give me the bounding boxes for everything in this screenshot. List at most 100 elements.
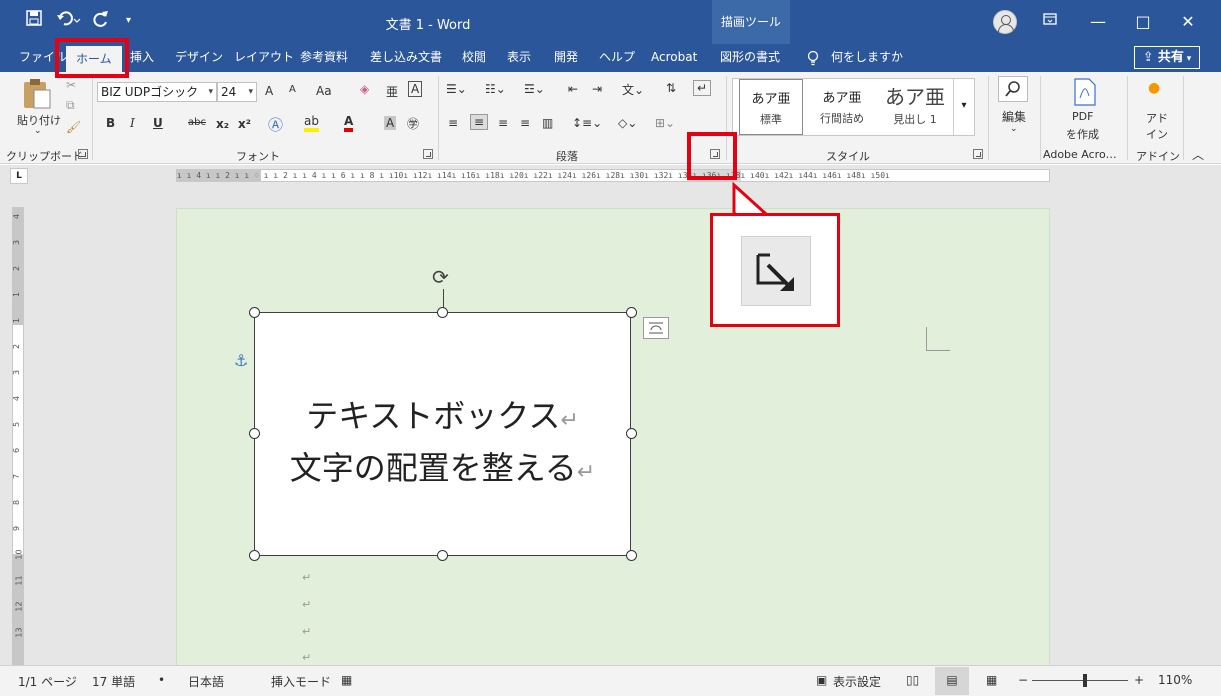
decrease-indent-icon[interactable]: ⇤	[568, 82, 578, 96]
align-center-icon[interactable]: ≡	[470, 114, 489, 130]
bullets-icon[interactable]: ☰⌄	[446, 82, 467, 96]
editing-button[interactable]: 編集	[1002, 108, 1026, 125]
numbering-icon[interactable]: ☷⌄	[485, 82, 506, 96]
anchor-icon[interactable]: ⚓	[234, 351, 248, 370]
zoom-slider-thumb[interactable]	[1083, 674, 1087, 687]
tab-acrobat[interactable]: Acrobat	[651, 44, 697, 72]
strikethrough-button[interactable]: abc	[188, 117, 206, 128]
phonetic-guide-icon[interactable]: 亜	[386, 83, 398, 100]
shrink-font-button[interactable]: A	[289, 84, 296, 95]
tab-shape-format[interactable]: 図形の書式	[720, 44, 780, 72]
read-mode-icon[interactable]: ▯▯	[906, 673, 919, 687]
enclose-characters-icon[interactable]: ㊫	[407, 115, 419, 132]
web-layout-icon[interactable]: ▦	[986, 673, 997, 687]
resize-handle-bottom[interactable]	[437, 550, 448, 561]
tab-design[interactable]: デザイン	[175, 44, 223, 72]
align-right-icon[interactable]: ≡	[498, 116, 508, 130]
display-settings-label[interactable]: 表示設定	[833, 673, 881, 690]
styles-more-icon[interactable]: ▾	[953, 79, 974, 135]
grow-font-button[interactable]: A	[265, 84, 273, 98]
subscript-button[interactable]: x₂	[216, 117, 229, 131]
asian-layout-icon[interactable]: 文⌄	[622, 81, 644, 98]
tab-references[interactable]: 参考資料	[300, 44, 348, 72]
tab-view[interactable]: 表示	[507, 44, 531, 72]
clear-formatting-icon[interactable]: ◈	[360, 82, 369, 96]
zoom-in-button[interactable]: +	[1134, 673, 1144, 687]
ribbon-display-options-icon[interactable]	[1043, 10, 1057, 32]
resize-handle-bottom-right[interactable]	[626, 550, 637, 561]
resize-handle-bottom-left[interactable]	[249, 550, 260, 561]
addins-icon[interactable]: ●	[1148, 80, 1160, 96]
resize-handle-top-right[interactable]	[626, 307, 637, 318]
tab-developer[interactable]: 開発	[554, 44, 578, 72]
borders-icon[interactable]: ⊞⌄	[655, 116, 675, 130]
format-painter-icon[interactable]: 🖌	[66, 120, 81, 134]
justify-icon[interactable]: ≡	[520, 116, 530, 130]
word-count[interactable]: 17 単語	[92, 673, 135, 690]
pdf-icon[interactable]	[1072, 78, 1098, 109]
resize-handle-left[interactable]	[249, 428, 260, 439]
tab-review[interactable]: 校閲	[462, 44, 486, 72]
share-button[interactable]: ⇪ 共有 ▾	[1134, 46, 1200, 69]
tab-layout[interactable]: レイアウト	[234, 44, 294, 72]
style-heading-1[interactable]: あア亜 見出し 1	[879, 79, 951, 135]
textbox-line-2[interactable]: 文字の配置を整える↵	[255, 443, 630, 489]
rotate-handle-icon[interactable]: ⟳	[432, 265, 449, 289]
resize-handle-top[interactable]	[437, 307, 448, 318]
resize-handle-top-left[interactable]	[249, 307, 260, 318]
cut-icon[interactable]: ✂	[66, 78, 76, 92]
distributed-icon[interactable]: ▥	[542, 116, 553, 130]
tab-mailings[interactable]: 差し込み文書	[370, 44, 442, 72]
multilevel-list-icon[interactable]: ☲⌄	[524, 82, 545, 96]
superscript-button[interactable]: x²	[238, 117, 251, 131]
line-spacing-icon[interactable]: ↕≡⌄	[572, 116, 602, 130]
search-icon[interactable]	[998, 76, 1028, 102]
minimize-button[interactable]: —	[1075, 0, 1121, 44]
resize-handle-right[interactable]	[626, 428, 637, 439]
close-button[interactable]: ✕	[1165, 0, 1211, 44]
user-avatar[interactable]	[993, 10, 1017, 34]
insert-mode-status[interactable]: 挿入モード	[271, 673, 331, 690]
text-box[interactable]: テキストボックス↵ 文字の配置を整える↵	[254, 312, 631, 556]
copy-icon[interactable]: ⧉	[66, 98, 75, 113]
page-count[interactable]: 1/1 ページ	[18, 673, 77, 690]
highlight-color-icon[interactable]: ab	[304, 114, 319, 132]
style-normal[interactable]: あア亜 標準	[739, 79, 803, 135]
paste-button[interactable]: 貼り付け ⌄	[12, 76, 61, 140]
print-layout-icon[interactable]: ▤	[935, 667, 969, 695]
zoom-slider[interactable]	[1032, 674, 1128, 687]
display-settings-icon[interactable]: ▣	[816, 673, 827, 687]
font-dialog-launcher[interactable]	[423, 149, 433, 159]
tab-insert[interactable]: 挿入	[130, 44, 154, 72]
maximize-button[interactable]: □	[1120, 0, 1166, 44]
style-no-spacing[interactable]: あア亜 行間詰め	[809, 79, 875, 135]
textbox-line-1[interactable]: テキストボックス↵	[255, 391, 630, 437]
accessibility-icon[interactable]: ▦	[341, 673, 352, 687]
horizontal-ruler[interactable]: ı ı 4 ı ı 2 ı ı ♢ ı ı 2 ı ı 4 ı ı 6 ı ı …	[176, 169, 1050, 182]
underline-button[interactable]: U	[153, 116, 163, 130]
collapse-ribbon-icon[interactable]: ︿	[1192, 146, 1204, 163]
font-name-combo[interactable]: BIZ UDPゴシック ▾	[97, 82, 217, 102]
bold-button[interactable]: B	[106, 116, 115, 130]
tab-help[interactable]: ヘルプ	[599, 44, 635, 72]
shading-icon[interactable]: ◇⌄	[618, 116, 637, 130]
styles-dialog-launcher[interactable]	[973, 149, 983, 159]
zoom-level[interactable]: 110%	[1158, 673, 1192, 687]
font-size-combo[interactable]: 24 ▾	[217, 82, 257, 102]
font-color-button[interactable]: A	[344, 114, 354, 132]
zoom-out-button[interactable]: −	[1018, 673, 1028, 687]
character-shading-icon[interactable]: A	[384, 116, 397, 130]
increase-indent-icon[interactable]: ⇥	[592, 82, 602, 96]
vertical-ruler[interactable]: 4 3 2 1 1 2 3 4 5 6 7 8 9 10 11 12 13	[12, 207, 24, 666]
tab-selector-icon[interactable]: L	[10, 168, 28, 184]
align-left-icon[interactable]: ≡	[448, 116, 458, 130]
text-effects-icon[interactable]: Ⓐ	[268, 114, 283, 135]
clipboard-dialog-launcher[interactable]	[78, 149, 88, 159]
layout-options-icon[interactable]	[643, 317, 669, 339]
character-border-icon[interactable]: A	[408, 81, 423, 97]
italic-button[interactable]: I	[130, 116, 135, 130]
sort-icon[interactable]: ⇅	[666, 81, 676, 95]
change-case-button[interactable]: Aa	[316, 84, 332, 98]
tell-me-search[interactable]: 何をしますか	[831, 44, 903, 72]
show-formatting-icon[interactable]: ↵	[693, 80, 712, 96]
